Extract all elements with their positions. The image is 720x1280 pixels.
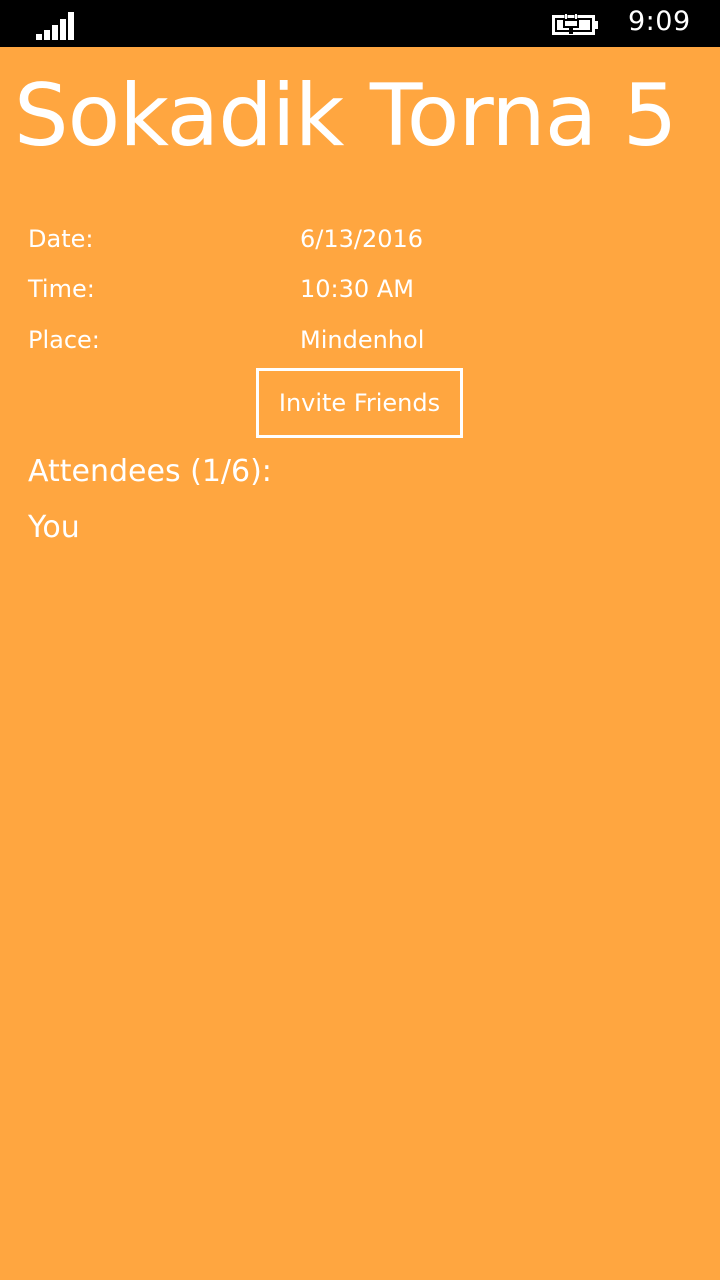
signal-strength-icon	[36, 12, 74, 40]
attendee-item: You	[28, 510, 80, 545]
date-value: 6/13/2016	[300, 225, 424, 253]
attendee-list: You	[28, 513, 80, 543]
date-label: Date:	[28, 225, 94, 253]
place-label: Place:	[28, 326, 100, 354]
status-time: 9:09	[628, 6, 691, 37]
event-content: Sokadik Torna 5 Date: 6/13/2016 Time: 10…	[0, 47, 720, 1280]
invite-friends-button[interactable]: Invite Friends	[256, 368, 463, 438]
time-label: Time:	[28, 275, 95, 303]
status-bar: 9:09	[0, 0, 720, 47]
place-value: Mindenhol	[300, 326, 425, 354]
time-value: 10:30 AM	[300, 275, 414, 303]
page-title: Sokadik Torna 5	[14, 66, 677, 166]
attendees-heading: Attendees (1/6):	[28, 454, 272, 489]
event-details-screen: 9:09 Sokadik Torna 5 Date: 6/13/2016 Tim…	[0, 0, 720, 1280]
battery-charging-icon	[552, 14, 598, 35]
